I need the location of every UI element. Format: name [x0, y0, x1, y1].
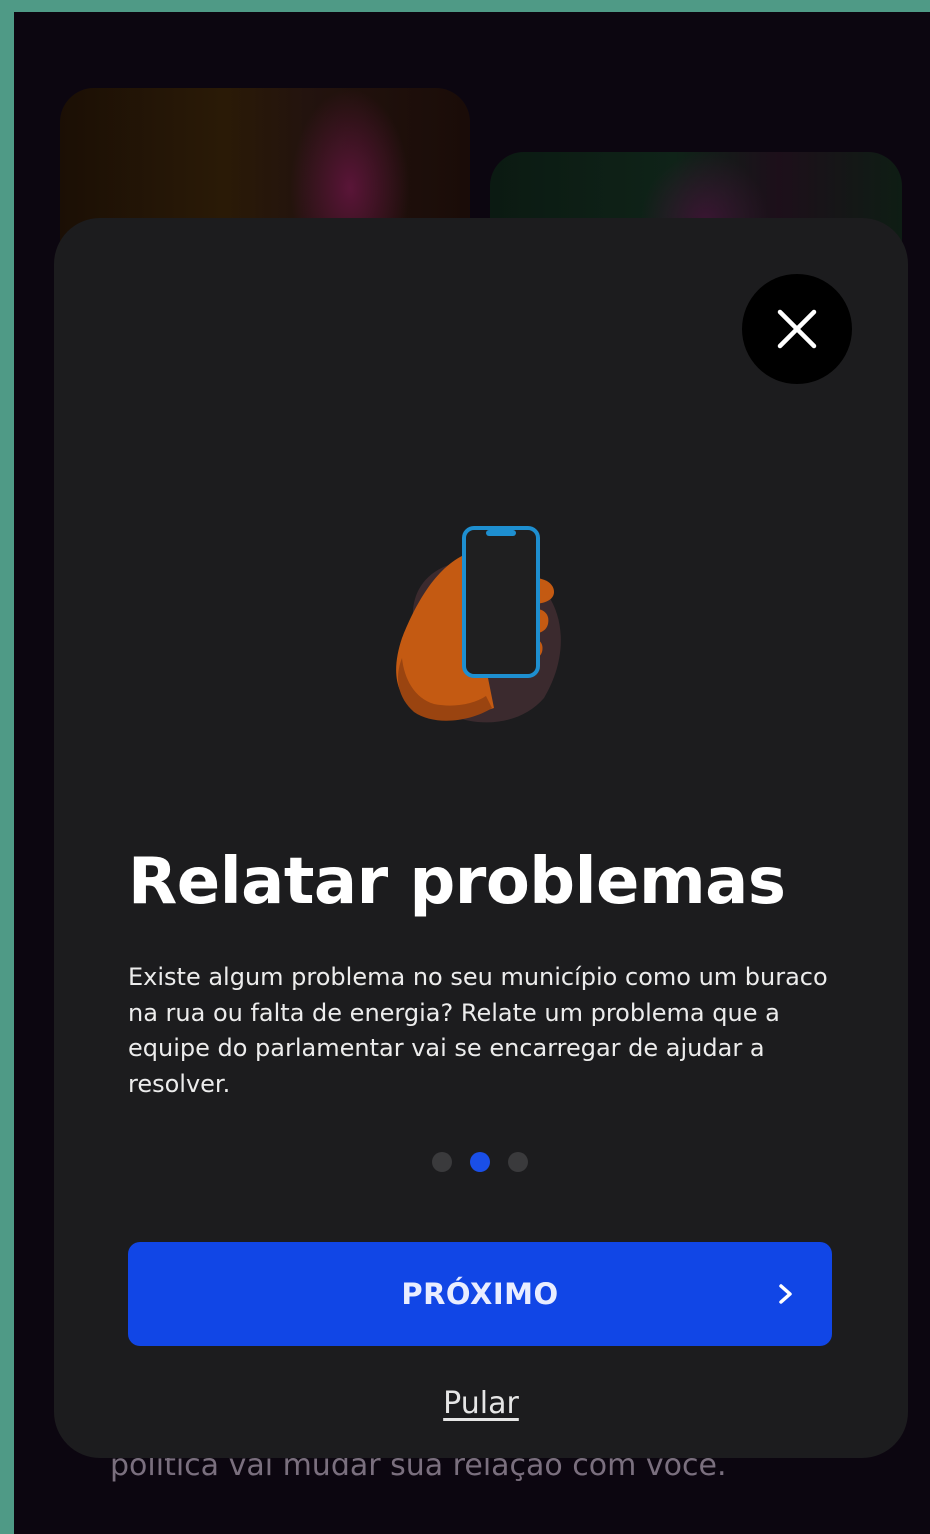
modal-description: Existe algum problema no seu município c… [128, 963, 828, 1098]
modal-title: Relatar problemas [128, 845, 786, 919]
next-button-label: PRÓXIMO [401, 1277, 559, 1311]
pagination-dot[interactable] [432, 1152, 452, 1172]
next-button[interactable]: PRÓXIMO [128, 1242, 832, 1346]
onboarding-modal: Relatar problemas Existe algum problema … [54, 218, 908, 1458]
pagination-dot-active[interactable] [470, 1152, 490, 1172]
close-icon [777, 309, 817, 349]
hand-holding-phone-illustration [396, 526, 561, 723]
close-button[interactable] [742, 274, 852, 384]
app-screen: política vai mudar sua relação com você.… [14, 12, 930, 1534]
skip-link[interactable]: Pular [54, 1386, 908, 1421]
pagination-dot[interactable] [508, 1152, 528, 1172]
pagination-dots [432, 1152, 528, 1172]
chevron-right-icon [779, 1284, 792, 1304]
